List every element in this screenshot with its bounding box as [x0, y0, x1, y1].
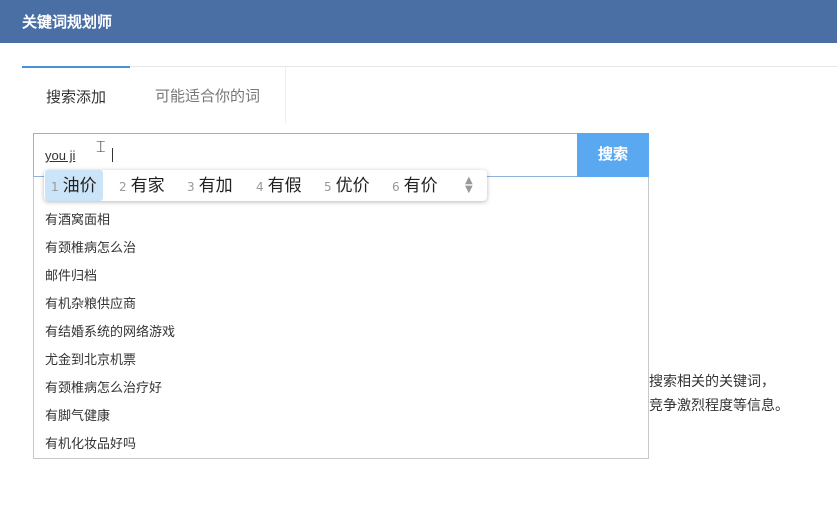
suggestion-item[interactable]: 有脚气健康: [45, 403, 175, 431]
tab-search-add[interactable]: 搜索添加: [22, 66, 130, 122]
search-button[interactable]: 搜索: [577, 133, 649, 177]
app-title: 关键词规划师: [22, 13, 113, 31]
ime-candidate-number: 2: [119, 180, 127, 194]
ime-candidate-3[interactable]: 3 有加: [187, 170, 233, 201]
suggestion-dropdown: 有酒窝面相 有颈椎病怎么治 邮件归档 有机杂粮供应商 有结婚系统的网络游戏 尤金…: [33, 177, 649, 459]
tab-suggested-words[interactable]: 可能适合你的词: [130, 67, 286, 123]
ime-candidate-number: 6: [392, 180, 400, 194]
ime-candidate-bar: 1 油价 2 有家 3 有加 4 有假 5 优价 6 有价 ▲ ▼: [44, 170, 487, 201]
suggestion-item[interactable]: 尤金到北京机票: [45, 347, 175, 375]
ime-candidate-6[interactable]: 6 有价: [392, 170, 438, 201]
suggestion-item[interactable]: 有机杂粮供应商: [45, 291, 175, 319]
ime-candidate-word: 油价: [62, 176, 97, 196]
suggestion-item[interactable]: 有颈椎病怎么治: [45, 235, 175, 263]
ime-candidate-4[interactable]: 4 有假: [256, 170, 302, 201]
suggestion-list: 有酒窝面相 有颈椎病怎么治 邮件归档 有机杂粮供应商 有结婚系统的网络游戏 尤金…: [45, 207, 175, 459]
description-line-1: 搜索相关的关键词，: [649, 374, 775, 390]
suggestion-item[interactable]: 有颈椎病怎么治疗好: [45, 375, 175, 403]
ime-candidate-number: 4: [256, 180, 264, 194]
suggestion-item[interactable]: 有酒窝面相: [45, 207, 175, 235]
ime-candidate-number: 3: [187, 180, 195, 194]
suggestion-item[interactable]: 邮件归档: [45, 263, 175, 291]
search-input-value: you ji: [45, 148, 76, 163]
ime-candidate-number: 1: [51, 180, 59, 194]
ime-candidate-word: 有家: [130, 176, 165, 196]
ime-candidate-word: 有假: [267, 176, 302, 196]
ime-candidate-word: 有价: [403, 176, 438, 196]
ime-candidate-number: 5: [324, 180, 332, 194]
ime-candidate-word: 有加: [198, 176, 233, 196]
text-cursor-icon: ⌶: [96, 137, 106, 156]
suggestion-item[interactable]: 有结婚系统的网络游戏: [45, 319, 175, 347]
double-chevron-down-icon[interactable]: ▲ ▼: [465, 176, 473, 195]
ime-candidate-1[interactable]: 1 油价: [45, 170, 103, 201]
app-header: 关键词规划师: [0, 0, 837, 43]
suggestion-item[interactable]: 有机化妆品好吗: [45, 431, 175, 459]
ime-candidate-word: 优价: [335, 176, 370, 196]
tab-bar: 搜索添加 可能适合你的词: [22, 66, 837, 123]
text-caret: [112, 148, 113, 162]
ime-candidate-2[interactable]: 2 有家: [119, 170, 165, 201]
description-line-2: 竞争激烈程度等信息。: [649, 398, 789, 414]
ime-candidate-5[interactable]: 5 优价: [324, 170, 370, 201]
